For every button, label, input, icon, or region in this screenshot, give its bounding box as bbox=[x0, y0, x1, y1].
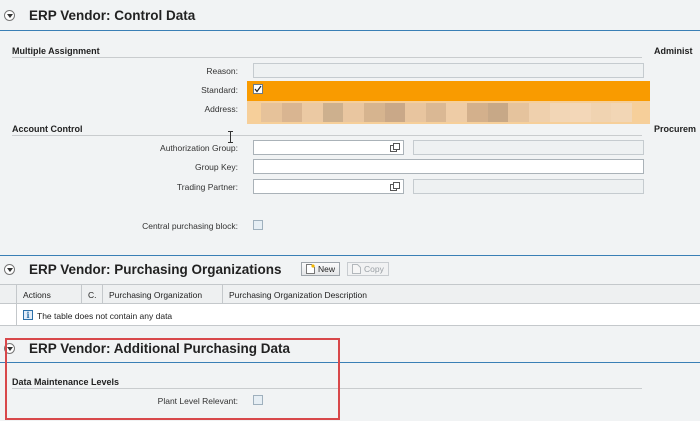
column-header-purchasing-organization[interactable]: Purchasing Organization bbox=[109, 290, 202, 300]
column-header-description[interactable]: Purchasing Organization Description bbox=[229, 290, 367, 300]
collapse-icon[interactable] bbox=[4, 264, 15, 275]
group-key-label: Group Key: bbox=[195, 162, 238, 172]
section-divider bbox=[0, 255, 700, 256]
administration-header: Administ bbox=[654, 46, 693, 56]
info-icon: i bbox=[23, 310, 33, 320]
new-document-icon bbox=[306, 264, 315, 274]
collapse-icon[interactable] bbox=[4, 10, 15, 21]
procurement-header: Procurem bbox=[654, 124, 697, 134]
reason-label: Reason: bbox=[206, 66, 238, 76]
section-divider bbox=[0, 30, 700, 31]
control-data-header: ERP Vendor: Control Data bbox=[0, 0, 700, 30]
standard-checkbox[interactable] bbox=[253, 84, 263, 94]
trading-partner-description bbox=[413, 179, 644, 194]
trading-partner-field[interactable] bbox=[253, 179, 404, 194]
standard-highlight bbox=[247, 81, 650, 101]
standard-label: Standard: bbox=[201, 85, 238, 95]
authorization-group-description bbox=[413, 140, 644, 155]
central-purchasing-block-checkbox[interactable] bbox=[253, 220, 263, 230]
new-button-label: New bbox=[318, 264, 336, 274]
copy-icon bbox=[352, 264, 361, 274]
authorization-group-field[interactable] bbox=[253, 140, 404, 155]
empty-table-message: The table does not contain any data bbox=[37, 311, 173, 321]
table-body: i The table does not contain any data bbox=[0, 304, 700, 326]
value-help-icon[interactable] bbox=[390, 143, 400, 152]
trading-partner-label: Trading Partner: bbox=[176, 182, 238, 192]
reason-field bbox=[253, 63, 644, 78]
authorization-group-label: Authorization Group: bbox=[160, 143, 238, 153]
column-header-actions[interactable]: Actions bbox=[23, 290, 51, 300]
address-label: Address: bbox=[204, 104, 238, 114]
address-blurred-value bbox=[261, 103, 632, 122]
column-header-c[interactable]: C. bbox=[88, 290, 97, 300]
group-divider bbox=[12, 135, 642, 136]
section-title: ERP Vendor: Purchasing Organizations bbox=[29, 262, 282, 277]
multiple-assignment-header: Multiple Assignment bbox=[12, 46, 100, 56]
new-button[interactable]: New bbox=[301, 262, 341, 276]
group-divider bbox=[12, 57, 642, 58]
copy-button-label: Copy bbox=[364, 264, 384, 274]
copy-button[interactable]: Copy bbox=[347, 262, 389, 276]
section-title: ERP Vendor: Control Data bbox=[29, 8, 196, 23]
value-help-icon[interactable] bbox=[390, 182, 400, 191]
group-key-field[interactable] bbox=[253, 159, 644, 174]
central-purchasing-block-label: Central purchasing block: bbox=[142, 221, 238, 231]
account-control-header: Account Control bbox=[12, 124, 83, 134]
table-header: Actions C. Purchasing Organization Purch… bbox=[0, 284, 700, 304]
annotation-highlight-box bbox=[5, 338, 340, 420]
